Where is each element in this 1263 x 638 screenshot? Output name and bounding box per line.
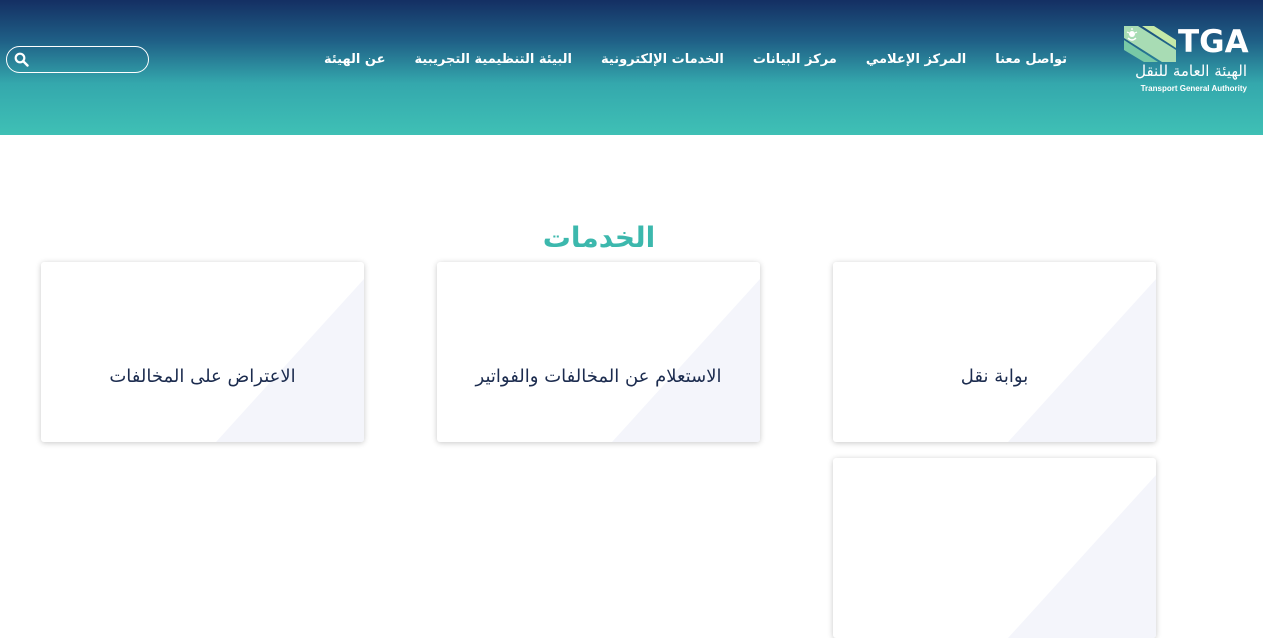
card-decoration (612, 279, 760, 442)
main-nav: عن الهيئة البيئة التنظيمية التجريبية الخ… (324, 47, 1067, 73)
tga-logo[interactable]: TGA الهيئة العامة للنقل Transport Genera… (1118, 20, 1250, 100)
logo-name-en: Transport General Authority (1140, 84, 1247, 93)
service-card-violations-objection[interactable]: الاعتراض على المخالفات (41, 262, 364, 442)
service-card-label: الاعتراض على المخالفات (109, 366, 296, 387)
card-decoration (1008, 475, 1156, 638)
service-card-naql-portal[interactable]: بوابة نقل (833, 262, 1156, 442)
nav-item-about[interactable]: عن الهيئة (324, 49, 386, 71)
logo-name-ar: الهيئة العامة للنقل (1135, 62, 1247, 80)
service-card[interactable] (833, 458, 1156, 638)
search-box[interactable] (6, 46, 149, 73)
site-header: TGA الهيئة العامة للنقل Transport Genera… (0, 0, 1263, 135)
nav-item-media-center[interactable]: المركز الإعلامي (866, 49, 966, 71)
nav-item-e-services[interactable]: الخدمات الإلكترونية (601, 49, 724, 71)
service-card-label: الاستعلام عن المخالفات والفواتير (475, 366, 722, 387)
nav-item-contact[interactable]: تواصل معنا (995, 49, 1067, 71)
search-input[interactable] (33, 49, 145, 71)
nav-item-data-center[interactable]: مركز البيانات (753, 49, 837, 71)
search-icon[interactable] (14, 52, 29, 67)
card-decoration (216, 279, 364, 442)
page-title: الخدمات (542, 221, 656, 255)
logo-abbr: TGA (1178, 24, 1249, 60)
nav-item-sandbox[interactable]: البيئة التنظيمية التجريبية (415, 49, 573, 71)
service-card-label: بوابة نقل (960, 366, 1029, 387)
card-decoration (1008, 279, 1156, 442)
tga-logo-mark-icon (1124, 26, 1176, 62)
service-card-violations-inquiry[interactable]: الاستعلام عن المخالفات والفواتير (437, 262, 760, 442)
